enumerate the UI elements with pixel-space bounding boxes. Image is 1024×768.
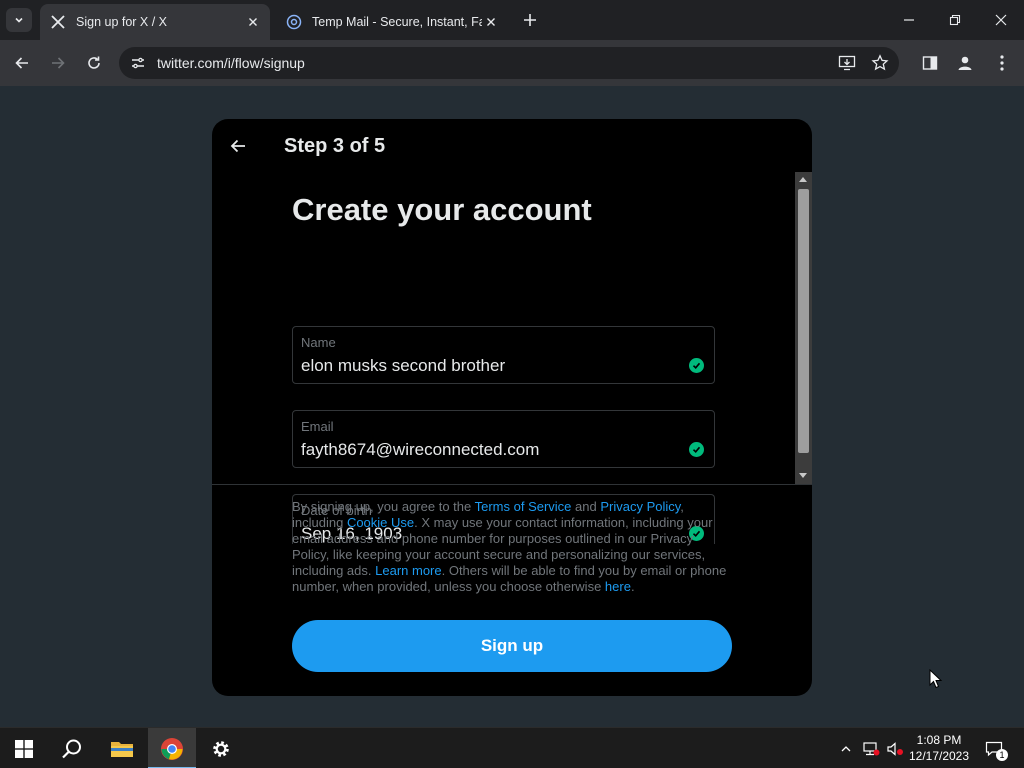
email-label: Email	[301, 419, 334, 434]
form-scrollbar[interactable]	[795, 172, 812, 484]
page-title: Create your account	[292, 192, 592, 227]
page-content: Step 3 of 5 Create your account Name elo…	[0, 86, 1024, 727]
tab-title: Temp Mail - Secure, Instant, Fast	[312, 15, 482, 29]
minimize-button[interactable]	[886, 0, 932, 40]
notification-count-badge: 1	[996, 749, 1008, 761]
x-logo-icon	[50, 14, 66, 30]
at-sign-icon	[286, 14, 302, 30]
tab-temp-mail[interactable]: Temp Mail - Secure, Instant, Fast	[276, 4, 508, 40]
scrollbar-thumb[interactable]	[798, 189, 809, 453]
network-icon	[863, 741, 880, 755]
arrow-left-icon	[15, 57, 28, 69]
gear-icon	[213, 740, 229, 757]
start-button[interactable]	[0, 728, 48, 768]
cookie-use-link[interactable]: Cookie Use	[347, 515, 414, 530]
address-bar[interactable]: twitter.com/i/flow/signup	[119, 47, 899, 79]
terms-of-service-link[interactable]: Terms of Service	[475, 499, 572, 514]
scroll-up-arrow-icon[interactable]	[799, 177, 807, 182]
mouse-cursor-icon	[929, 669, 943, 689]
windows-taskbar: 1:08 PM 12/17/2023 1	[0, 727, 1024, 768]
legal-notice: By signing up, you agree to the Terms of…	[292, 499, 732, 595]
here-link[interactable]: here	[605, 579, 631, 594]
reload-icon	[88, 56, 100, 69]
restore-button[interactable]	[932, 0, 978, 40]
notification-center-button[interactable]: 1	[980, 728, 1008, 768]
clock-time: 1:08 PM	[916, 733, 962, 747]
browser-tab-strip: Sign up for X / X Temp Mail - Secure, In…	[0, 0, 1024, 40]
close-icon	[995, 14, 1007, 26]
settings-taskbar-button[interactable]	[197, 728, 245, 768]
email-value: fayth8674@wireconnected.com	[301, 440, 540, 459]
chrome-icon	[161, 737, 183, 760]
plus-icon	[524, 14, 536, 26]
legal-text: By signing up, you agree to the	[292, 499, 475, 514]
url-text: twitter.com/i/flow/signup	[157, 55, 305, 71]
site-info-icon[interactable]	[129, 54, 147, 72]
tab-search-button[interactable]	[6, 8, 32, 32]
footer-divider	[212, 484, 812, 485]
name-field[interactable]: Name elon musks second brother	[292, 326, 715, 384]
new-tab-button[interactable]	[519, 9, 541, 31]
chrome-taskbar-button[interactable]	[148, 728, 196, 768]
close-window-button[interactable]	[978, 0, 1024, 40]
reload-button[interactable]	[80, 49, 108, 77]
signup-modal: Step 3 of 5 Create your account Name elo…	[212, 119, 812, 696]
arrow-left-icon	[230, 139, 245, 153]
back-button[interactable]	[224, 133, 252, 159]
step-indicator: Step 3 of 5	[284, 135, 386, 157]
check-icon	[689, 442, 704, 457]
clock-date: 12/17/2023	[908, 749, 970, 763]
privacy-policy-link[interactable]: Privacy Policy	[600, 499, 680, 514]
name-label: Name	[301, 335, 336, 350]
bookmark-star-icon[interactable]	[869, 52, 891, 74]
tab-title: Sign up for X / X	[76, 15, 168, 29]
close-tab-icon[interactable]	[482, 13, 500, 31]
close-tab-icon[interactable]	[244, 13, 262, 31]
learn-more-link[interactable]: Learn more	[375, 563, 441, 578]
side-panel-icon[interactable]	[918, 51, 942, 75]
minimize-icon	[904, 19, 914, 21]
kebab-menu-icon[interactable]	[990, 51, 1014, 75]
legal-text: .	[630, 579, 635, 594]
scroll-down-arrow-icon[interactable]	[799, 473, 807, 478]
email-field[interactable]: Email fayth8674@wireconnected.com	[292, 410, 715, 468]
windows-logo-icon	[15, 739, 33, 758]
show-hidden-icons-button[interactable]	[836, 728, 856, 768]
tab-sign-up-x[interactable]: Sign up for X / X	[40, 4, 270, 40]
clock[interactable]: 1:08 PM 12/17/2023	[900, 732, 978, 764]
modal-header: Step 3 of 5	[212, 119, 812, 172]
back-button[interactable]	[8, 49, 36, 77]
network-status-button[interactable]	[860, 728, 882, 768]
install-app-icon[interactable]	[836, 52, 858, 74]
chevron-down-icon	[15, 17, 23, 23]
check-icon	[689, 358, 704, 373]
profile-icon[interactable]	[953, 51, 977, 75]
browser-toolbar: twitter.com/i/flow/signup	[0, 40, 1024, 86]
folder-icon	[111, 741, 133, 757]
search-icon	[62, 739, 81, 758]
chevron-up-icon	[841, 745, 851, 751]
legal-text: and	[571, 499, 601, 514]
search-button[interactable]	[48, 728, 96, 768]
file-explorer-button[interactable]	[98, 728, 146, 768]
forward-button[interactable]	[44, 49, 72, 77]
restore-icon	[949, 14, 961, 26]
sign-up-button[interactable]: Sign up	[292, 620, 732, 672]
arrow-right-icon	[52, 57, 65, 69]
name-value: elon musks second brother	[301, 356, 506, 375]
form-scroll-area: Create your account Name elon musks seco…	[212, 172, 812, 544]
